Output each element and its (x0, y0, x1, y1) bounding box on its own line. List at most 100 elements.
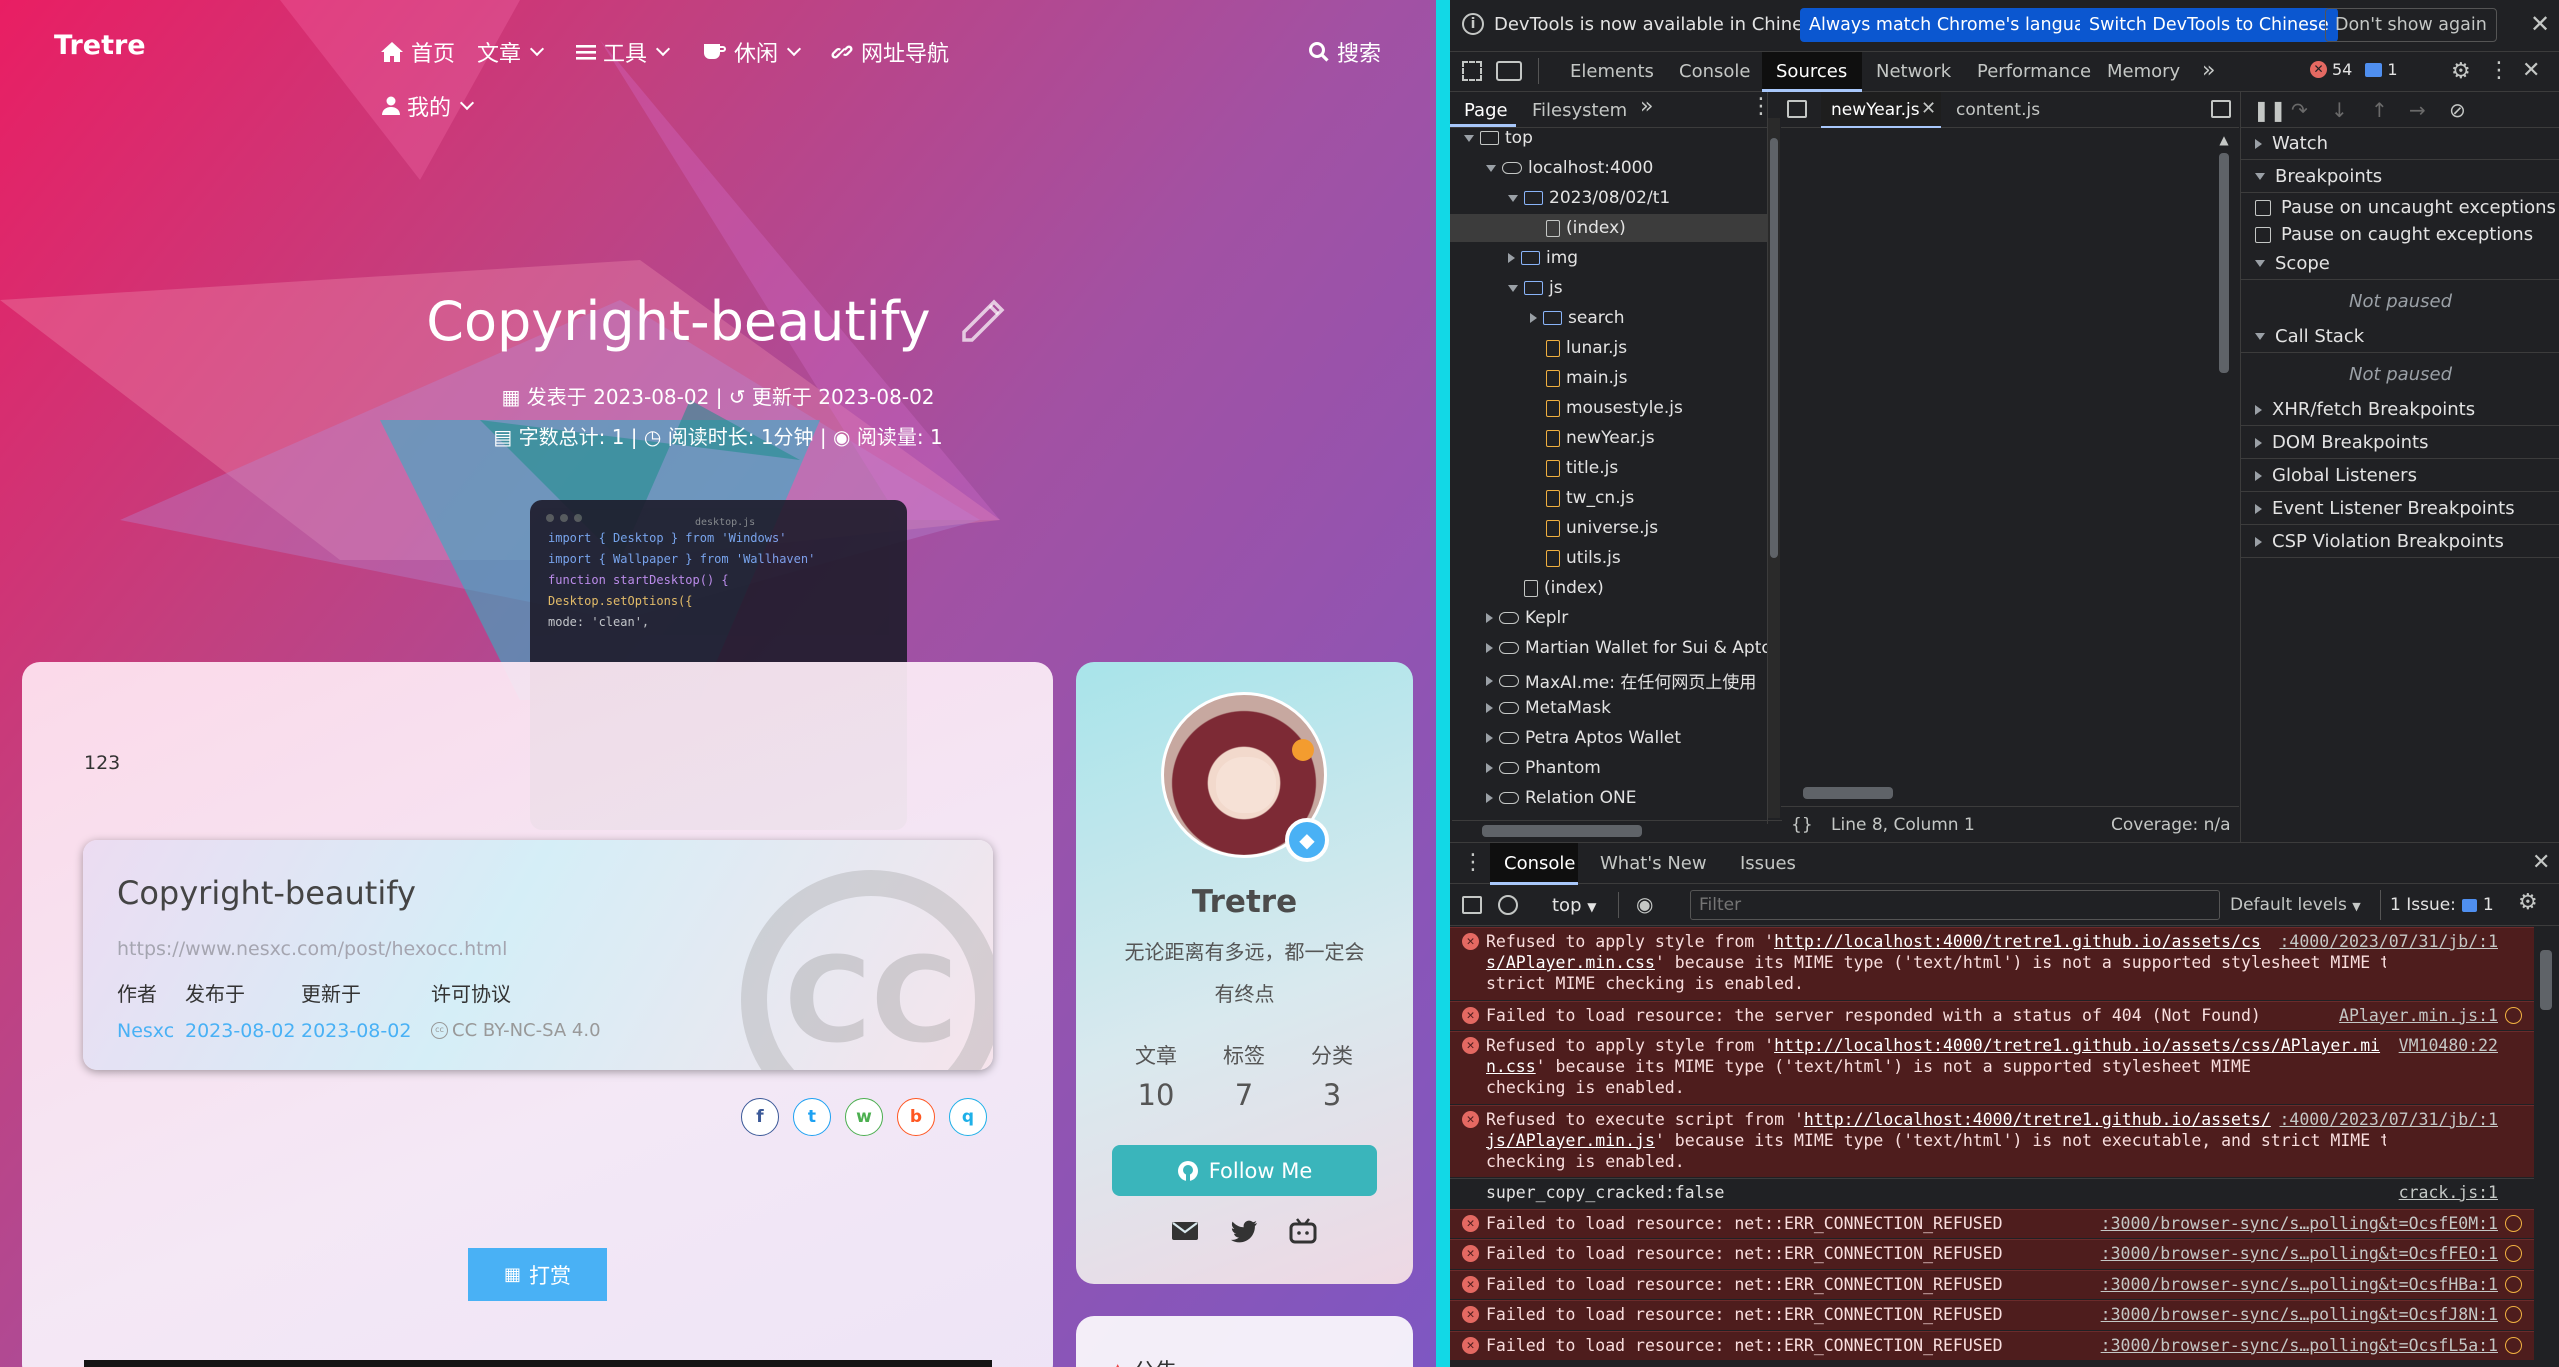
tree-item[interactable]: tw_cn.js (1530, 488, 1634, 508)
inspect-element-icon[interactable] (1462, 61, 1482, 81)
expand-arrow-icon[interactable] (1464, 134, 1474, 142)
tree-item[interactable]: (index) (1530, 218, 1626, 238)
window-divider[interactable] (1436, 0, 1450, 1367)
tree-item[interactable]: js (1508, 278, 1563, 298)
step-over-icon[interactable]: ↷ (2291, 98, 2308, 122)
device-toolbar-icon[interactable] (1496, 61, 1522, 81)
tree-item[interactable]: (index) (1508, 578, 1604, 598)
message-source-link[interactable]: APlayer.min.js:1 (2339, 1005, 2498, 1026)
more-nav-tabs-icon[interactable]: » (1640, 94, 1653, 119)
drawer-menu-icon[interactable]: ⋮ (1462, 850, 1484, 875)
console-settings-icon[interactable]: ⚙ (2518, 890, 2538, 915)
tree-item[interactable]: Relation ONE (1486, 788, 1636, 808)
reward-button[interactable]: ▦ 打赏 (468, 1248, 607, 1301)
drawer-tab-whats-new[interactable]: What's New (1600, 853, 1707, 874)
console-message[interactable]: ✕ Failed to load resource: net::ERR_CONNE… (1450, 1208, 2534, 1238)
tab-memory[interactable]: Memory (2107, 61, 2180, 82)
editor-hscroll-thumb[interactable] (1803, 787, 1893, 799)
collapse-arrow-icon[interactable] (1530, 313, 1537, 323)
network-request-icon[interactable] (2505, 1336, 2522, 1354)
message-source-link[interactable]: :3000/browser-sync/s…polling&t=OcsfFEO:1 (2101, 1243, 2498, 1264)
console-message[interactable]: ✕ Refused to execute script from 'http://… (1450, 1104, 2534, 1177)
log-levels-select[interactable]: Default levels ▼ (2230, 895, 2361, 915)
pause-icon[interactable]: ❚❚ (2253, 98, 2287, 122)
settings-icon[interactable]: ⚙ (2451, 59, 2471, 84)
debugger-section-header[interactable]: Global Listeners (2241, 460, 2559, 492)
nav-articles[interactable]: 文章 (477, 36, 545, 68)
twitter-icon[interactable] (1230, 1220, 1258, 1244)
debugger-section-header[interactable]: Scope (2241, 248, 2559, 280)
collapse-arrow-icon[interactable] (1486, 733, 1493, 743)
console-message[interactable]: ✕ Failed to load resource: net::ERR_CONNE… (1450, 1300, 2534, 1330)
tree-item[interactable]: Phantom (1486, 758, 1601, 778)
email-icon[interactable] (1171, 1219, 1199, 1243)
message-source-link[interactable]: :3000/browser-sync/s…polling&t=OcsfHBa:1 (2101, 1274, 2498, 1295)
debugger-section-header[interactable]: Watch (2241, 128, 2559, 160)
tab-performance[interactable]: Performance (1977, 61, 2091, 82)
tree-hscroll[interactable] (1452, 820, 1782, 842)
stat-0[interactable]: 文章 10 (1112, 1040, 1200, 1112)
console-filter-input[interactable] (1690, 890, 2220, 920)
collapse-arrow-icon[interactable] (1486, 675, 1493, 686)
editor-hscrollbar[interactable] (1781, 783, 2239, 805)
checkbox[interactable] (2255, 199, 2271, 216)
editor-tab-content[interactable]: content.js (1956, 100, 2040, 120)
tab-elements[interactable]: Elements (1570, 61, 1654, 82)
message-source-link[interactable]: :3000/browser-sync/s…polling&t=OcsfE0M:1 (2101, 1213, 2498, 1234)
console-message[interactable]: super_copy_cracked:false crack.js:1 (1450, 1178, 2534, 1208)
resource-url[interactable]: http://localhost:4000/tretre1.github.io/… (1804, 1110, 2271, 1129)
collapse-arrow-icon[interactable] (1486, 793, 1493, 803)
message-source-link[interactable]: :4000/2023/07/31/jb/:1 (2279, 1109, 2498, 1130)
tree-scrollbar[interactable] (1768, 118, 1780, 818)
format-icon[interactable]: {} (1791, 815, 1813, 835)
tree-item[interactable]: mousestyle.js (1530, 398, 1683, 418)
copyright-url[interactable]: https://www.nesxc.com/post/hexocc.html (117, 938, 507, 960)
debugger-section-header[interactable]: Call Stack (2241, 321, 2559, 353)
switch-chinese-button[interactable]: Switch DevTools to Chinese (2080, 8, 2338, 42)
step-icon[interactable]: → (2409, 98, 2426, 122)
dont-show-again-button[interactable]: Don't show again (2325, 8, 2497, 42)
tree-item[interactable]: MetaMask (1486, 698, 1611, 718)
collapse-arrow-icon[interactable] (1486, 763, 1493, 773)
weibo-share-button[interactable]: b (897, 1098, 935, 1136)
copyright-author[interactable]: Nesxc (117, 1020, 174, 1042)
pause-exception-option[interactable]: Pause on caught exceptions (2241, 221, 2559, 248)
tree-item[interactable]: Martian Wallet for Sui & Apto (1486, 638, 1767, 658)
tree-item[interactable]: 2023/08/02/t1 (1508, 188, 1670, 208)
expand-arrow-icon[interactable] (1486, 164, 1496, 172)
tree-item[interactable]: MaxAI.me: 在任何网页上使用 (1486, 668, 1756, 693)
close-drawer-icon[interactable]: ✕ (2532, 850, 2550, 875)
tree-item[interactable]: lunar.js (1530, 338, 1627, 358)
edit-pencil-icon[interactable] (958, 292, 1010, 344)
resource-url[interactable]: s/APlayer.min.css (1486, 953, 1655, 972)
editor-scroll-thumb[interactable] (2219, 153, 2229, 373)
resource-url[interactable]: http://localhost:4000/tretre1.github.io/… (1774, 1036, 2380, 1055)
drawer-tab-issues[interactable]: Issues (1740, 853, 1796, 874)
console-scroll-thumb[interactable] (2540, 950, 2552, 1010)
editor-tab-newyear[interactable]: newYear.js (1831, 100, 1920, 120)
tree-item[interactable]: main.js (1530, 368, 1627, 388)
tab-sources[interactable]: Sources (1776, 61, 1847, 82)
debugger-section-header[interactable]: DOM Breakpoints (2241, 427, 2559, 459)
message-source-link[interactable]: :4000/2023/07/31/jb/:1 (2279, 931, 2498, 952)
follow-me-button[interactable]: Follow Me (1112, 1145, 1377, 1196)
console-message[interactable]: ✕ Failed to load resource: net::ERR_CONNE… (1450, 1269, 2534, 1299)
tab-network[interactable]: Network (1876, 61, 1951, 82)
close-infobar-icon[interactable]: ✕ (2530, 10, 2550, 38)
network-request-icon[interactable] (2505, 1214, 2522, 1232)
deactivate-breakpoints-icon[interactable]: ⊘ (2449, 98, 2466, 122)
code-editor[interactable] (1781, 128, 2239, 804)
nav-directory[interactable]: 网址导航 (830, 36, 949, 68)
expand-arrow-icon[interactable] (1508, 194, 1518, 202)
wechat-share-button[interactable]: w (845, 1098, 883, 1136)
tree-item[interactable]: Keplr (1486, 608, 1568, 628)
network-request-icon[interactable] (2505, 1306, 2522, 1323)
step-into-icon[interactable]: ↓ (2331, 98, 2348, 122)
qq-share-button[interactable]: q (949, 1098, 987, 1136)
editor-vscrollbar[interactable]: ▲ (2217, 133, 2231, 783)
message-source-link[interactable]: VM10480:22 (2399, 1035, 2498, 1056)
live-expression-eye-icon[interactable]: ◉ (1636, 892, 1653, 916)
stat-1[interactable]: 标签 7 (1200, 1040, 1288, 1112)
more-tabs-icon[interactable]: » (2202, 58, 2215, 83)
tree-item[interactable]: top (1464, 128, 1533, 148)
